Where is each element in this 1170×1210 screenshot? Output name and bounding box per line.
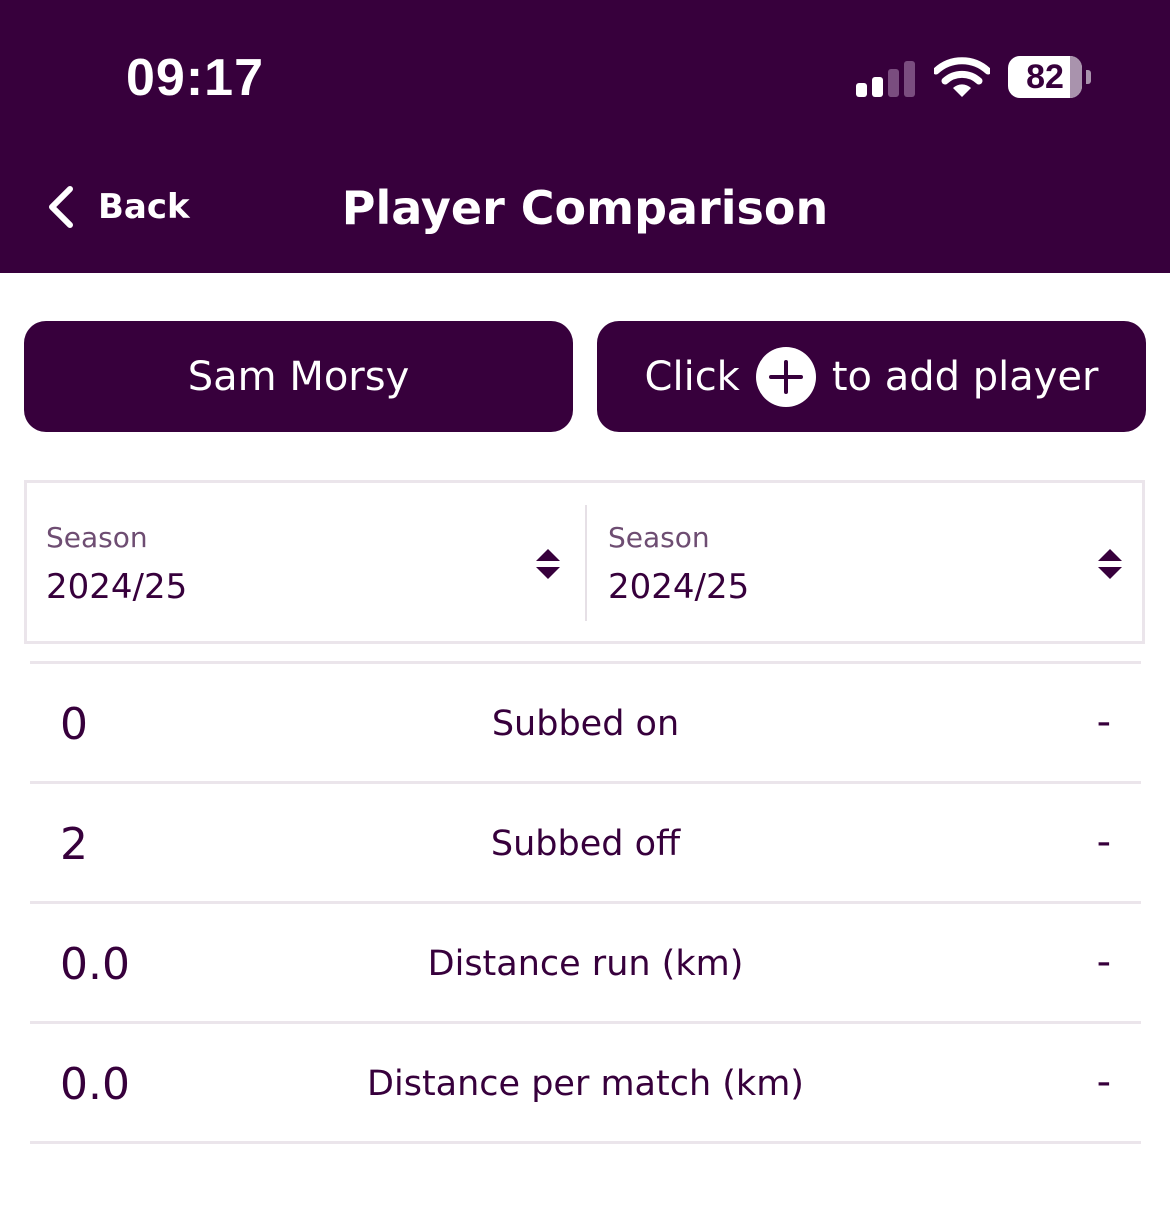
season-select-left[interactable]: Season 2024/25 — [27, 483, 585, 641]
stat-value-left: 0.0 — [60, 939, 130, 990]
stat-label: Subbed off — [490, 824, 681, 864]
player-one-button[interactable]: Sam Morsy — [24, 321, 573, 432]
status-time: 09:17 — [126, 49, 264, 107]
add-player-prefix: Click — [644, 353, 740, 400]
season-selectors: Season 2024/25 Season 2024/25 — [24, 480, 1145, 644]
stat-label: Distance per match (km) — [367, 1064, 804, 1104]
stat-value-left: 0.0 — [60, 1059, 130, 1110]
stat-value-left: 2 — [60, 819, 88, 870]
season-value: 2024/25 — [46, 567, 188, 607]
plus-icon — [755, 346, 816, 407]
season-label: Season — [608, 521, 710, 554]
add-player-button[interactable]: Click to add player — [597, 321, 1146, 432]
stat-value-right: - — [1096, 699, 1111, 745]
stat-value-left: 0 — [60, 699, 88, 750]
stat-row-subbed-on: Subbed on 0 - — [30, 664, 1141, 784]
stat-row-distance-per-match: Distance per match (km) 0.0 - — [30, 1024, 1141, 1144]
sort-arrows-icon — [536, 549, 560, 579]
add-player-suffix: to add player — [831, 353, 1099, 400]
player-one-name: Sam Morsy — [187, 353, 410, 400]
season-label: Season — [46, 521, 148, 554]
season-select-right[interactable]: Season 2024/25 — [587, 483, 1142, 641]
battery-icon: 82 — [1008, 56, 1092, 100]
cellular-signal-icon — [856, 59, 916, 97]
app-header: 09:17 82 Back Player Comparison — [0, 0, 1170, 273]
season-value: 2024/25 — [608, 567, 750, 607]
stat-row-subbed-off: Subbed off 2 - — [30, 784, 1141, 904]
stat-value-right: - — [1096, 1059, 1111, 1105]
stat-value-right: - — [1096, 819, 1111, 865]
stat-row-distance-run: Distance run (km) 0.0 - — [30, 904, 1141, 1024]
battery-level: 82 — [1026, 58, 1064, 96]
wifi-icon — [934, 57, 990, 97]
stat-label: Subbed on — [491, 704, 680, 744]
stat-label: Distance run (km) — [427, 944, 744, 984]
page-title: Player Comparison — [341, 181, 829, 235]
stat-value-right: - — [1096, 939, 1111, 985]
sort-arrows-icon — [1098, 549, 1122, 579]
